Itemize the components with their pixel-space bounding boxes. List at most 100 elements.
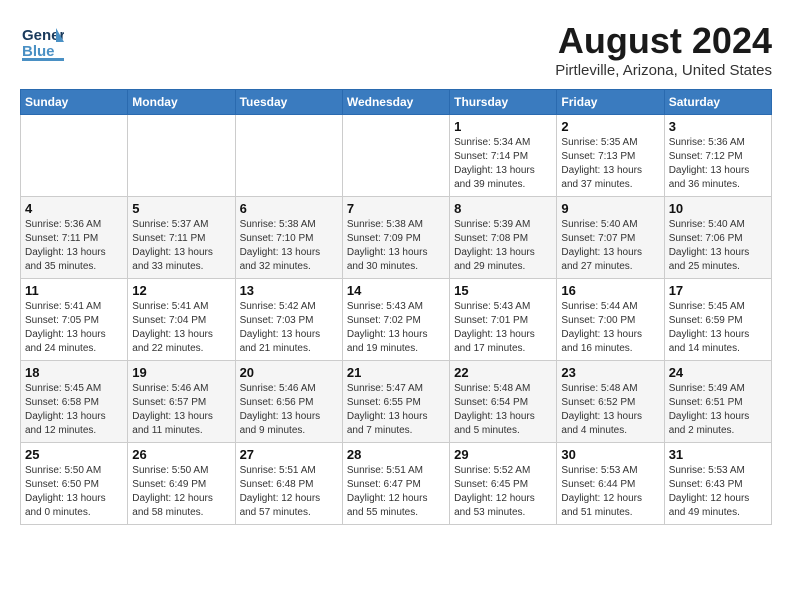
day-info: Sunrise: 5:38 AM Sunset: 7:10 PM Dayligh… xyxy=(240,218,338,274)
logo-icon: General Blue xyxy=(20,20,64,64)
weekday-header-wednesday: Wednesday xyxy=(342,90,449,115)
calendar-day-cell: 6 Sunrise: 5:38 AM Sunset: 7:10 PM Daylig… xyxy=(235,197,342,279)
day-number: 18 xyxy=(25,365,123,380)
day-info: Sunrise: 5:35 AM Sunset: 7:13 PM Dayligh… xyxy=(561,136,659,192)
calendar-day-cell: 29Sunrise: 5:52 AM Sunset: 6:45 PM Dayli… xyxy=(450,443,557,525)
calendar-day-cell: 3Sunrise: 5:36 AM Sunset: 7:12 PM Daylig… xyxy=(664,115,771,197)
calendar-day-cell: 1Sunrise: 5:34 AM Sunset: 7:14 PM Daylig… xyxy=(450,115,557,197)
calendar-week-row: 18 Sunrise: 5:45 AM Sunset: 6:58 PM Dayli… xyxy=(21,361,772,443)
day-number: 26 xyxy=(132,447,230,462)
day-info: Sunrise: 5:40 AM Sunset: 7:06 PM Dayligh… xyxy=(669,218,767,274)
day-number: 15 xyxy=(454,283,552,298)
day-number: 21 xyxy=(347,365,445,380)
day-number: 11 xyxy=(25,283,123,298)
day-info: Sunrise: 5:45 AM Sunset: 6:59 PM Dayligh… xyxy=(669,300,767,356)
day-number: 30 xyxy=(561,447,659,462)
calendar-table: SundayMondayTuesdayWednesdayThursdayFrid… xyxy=(20,89,772,525)
day-number: 6 xyxy=(240,201,338,216)
day-info: Sunrise: 5:36 AM Sunset: 7:11 PM Dayligh… xyxy=(25,218,123,274)
day-number: 31 xyxy=(669,447,767,462)
calendar-day-cell: 7Sunrise: 5:38 AM Sunset: 7:09 PM Daylig… xyxy=(342,197,449,279)
calendar-day-cell: 16 Sunrise: 5:44 AM Sunset: 7:00 PM Dayli… xyxy=(557,279,664,361)
calendar-day-cell: 27Sunrise: 5:51 AM Sunset: 6:48 PM Dayli… xyxy=(235,443,342,525)
calendar-day-cell: 4 Sunrise: 5:36 AM Sunset: 7:11 PM Daylig… xyxy=(21,197,128,279)
day-info: Sunrise: 5:39 AM Sunset: 7:08 PM Dayligh… xyxy=(454,218,552,274)
weekday-header-saturday: Saturday xyxy=(664,90,771,115)
calendar-day-cell: 23 Sunrise: 5:48 AM Sunset: 6:52 PM Dayli… xyxy=(557,361,664,443)
day-number: 14 xyxy=(347,283,445,298)
calendar-week-row: 1Sunrise: 5:34 AM Sunset: 7:14 PM Daylig… xyxy=(21,115,772,197)
svg-text:Blue: Blue xyxy=(22,43,55,60)
day-number: 19 xyxy=(132,365,230,380)
calendar-week-row: 4 Sunrise: 5:36 AM Sunset: 7:11 PM Daylig… xyxy=(21,197,772,279)
calendar-week-row: 25 Sunrise: 5:50 AM Sunset: 6:50 PM Dayli… xyxy=(21,443,772,525)
weekday-header-monday: Monday xyxy=(128,90,235,115)
day-number: 2 xyxy=(561,119,659,134)
calendar-day-cell: 9 Sunrise: 5:40 AM Sunset: 7:07 PM Daylig… xyxy=(557,197,664,279)
day-info: Sunrise: 5:48 AM Sunset: 6:52 PM Dayligh… xyxy=(561,382,659,438)
day-number: 25 xyxy=(25,447,123,462)
calendar-week-row: 11 Sunrise: 5:41 AM Sunset: 7:05 PM Dayli… xyxy=(21,279,772,361)
day-number: 24 xyxy=(669,365,767,380)
calendar-day-cell: 13Sunrise: 5:42 AM Sunset: 7:03 PM Dayli… xyxy=(235,279,342,361)
page-title: August 2024 xyxy=(555,20,772,62)
day-number: 29 xyxy=(454,447,552,462)
day-number: 16 xyxy=(561,283,659,298)
calendar-day-cell: 21 Sunrise: 5:47 AM Sunset: 6:55 PM Dayli… xyxy=(342,361,449,443)
day-info: Sunrise: 5:49 AM Sunset: 6:51 PM Dayligh… xyxy=(669,382,767,438)
day-info: Sunrise: 5:50 AM Sunset: 6:50 PM Dayligh… xyxy=(25,464,123,520)
weekday-header-row: SundayMondayTuesdayWednesdayThursdayFrid… xyxy=(21,90,772,115)
day-number: 23 xyxy=(561,365,659,380)
day-info: Sunrise: 5:41 AM Sunset: 7:05 PM Dayligh… xyxy=(25,300,123,356)
day-number: 1 xyxy=(454,119,552,134)
calendar-day-cell: 18 Sunrise: 5:45 AM Sunset: 6:58 PM Dayli… xyxy=(21,361,128,443)
day-number: 28 xyxy=(347,447,445,462)
page-subtitle: Pirtleville, Arizona, United States xyxy=(555,62,772,79)
calendar-day-cell: 28 Sunrise: 5:51 AM Sunset: 6:47 PM Dayli… xyxy=(342,443,449,525)
day-info: Sunrise: 5:46 AM Sunset: 6:57 PM Dayligh… xyxy=(132,382,230,438)
day-info: Sunrise: 5:37 AM Sunset: 7:11 PM Dayligh… xyxy=(132,218,230,274)
calendar-day-cell: 5 Sunrise: 5:37 AM Sunset: 7:11 PM Daylig… xyxy=(128,197,235,279)
calendar-day-cell xyxy=(128,115,235,197)
day-info: Sunrise: 5:44 AM Sunset: 7:00 PM Dayligh… xyxy=(561,300,659,356)
weekday-header-friday: Friday xyxy=(557,90,664,115)
day-info: Sunrise: 5:40 AM Sunset: 7:07 PM Dayligh… xyxy=(561,218,659,274)
day-number: 12 xyxy=(132,283,230,298)
calendar-day-cell: 20 Sunrise: 5:46 AM Sunset: 6:56 PM Dayli… xyxy=(235,361,342,443)
day-number: 27 xyxy=(240,447,338,462)
calendar-day-cell: 12Sunrise: 5:41 AM Sunset: 7:04 PM Dayli… xyxy=(128,279,235,361)
calendar-day-cell: 30Sunrise: 5:53 AM Sunset: 6:44 PM Dayli… xyxy=(557,443,664,525)
day-info: Sunrise: 5:47 AM Sunset: 6:55 PM Dayligh… xyxy=(347,382,445,438)
calendar-day-cell: 10Sunrise: 5:40 AM Sunset: 7:06 PM Dayli… xyxy=(664,197,771,279)
day-number: 7 xyxy=(347,201,445,216)
calendar-day-cell: 17 Sunrise: 5:45 AM Sunset: 6:59 PM Dayli… xyxy=(664,279,771,361)
day-info: Sunrise: 5:42 AM Sunset: 7:03 PM Dayligh… xyxy=(240,300,338,356)
calendar-header: SundayMondayTuesdayWednesdayThursdayFrid… xyxy=(21,90,772,115)
day-info: Sunrise: 5:45 AM Sunset: 6:58 PM Dayligh… xyxy=(25,382,123,438)
weekday-header-tuesday: Tuesday xyxy=(235,90,342,115)
calendar-day-cell: 25 Sunrise: 5:50 AM Sunset: 6:50 PM Dayli… xyxy=(21,443,128,525)
calendar-day-cell: 31Sunrise: 5:53 AM Sunset: 6:43 PM Dayli… xyxy=(664,443,771,525)
logo: General Blue xyxy=(20,20,64,64)
calendar-day-cell: 24 Sunrise: 5:49 AM Sunset: 6:51 PM Dayli… xyxy=(664,361,771,443)
day-number: 9 xyxy=(561,201,659,216)
calendar-day-cell: 14 Sunrise: 5:43 AM Sunset: 7:02 PM Dayli… xyxy=(342,279,449,361)
day-number: 8 xyxy=(454,201,552,216)
calendar-body: 1Sunrise: 5:34 AM Sunset: 7:14 PM Daylig… xyxy=(21,115,772,525)
day-info: Sunrise: 5:51 AM Sunset: 6:47 PM Dayligh… xyxy=(347,464,445,520)
weekday-header-sunday: Sunday xyxy=(21,90,128,115)
day-number: 17 xyxy=(669,283,767,298)
day-number: 5 xyxy=(132,201,230,216)
day-number: 20 xyxy=(240,365,338,380)
day-info: Sunrise: 5:48 AM Sunset: 6:54 PM Dayligh… xyxy=(454,382,552,438)
day-info: Sunrise: 5:36 AM Sunset: 7:12 PM Dayligh… xyxy=(669,136,767,192)
day-number: 22 xyxy=(454,365,552,380)
calendar-day-cell xyxy=(235,115,342,197)
calendar-day-cell xyxy=(21,115,128,197)
calendar-day-cell xyxy=(342,115,449,197)
day-info: Sunrise: 5:46 AM Sunset: 6:56 PM Dayligh… xyxy=(240,382,338,438)
calendar-day-cell: 22 Sunrise: 5:48 AM Sunset: 6:54 PM Dayli… xyxy=(450,361,557,443)
day-number: 4 xyxy=(25,201,123,216)
title-block: August 2024 Pirtleville, Arizona, United… xyxy=(555,20,772,79)
day-info: Sunrise: 5:43 AM Sunset: 7:02 PM Dayligh… xyxy=(347,300,445,356)
